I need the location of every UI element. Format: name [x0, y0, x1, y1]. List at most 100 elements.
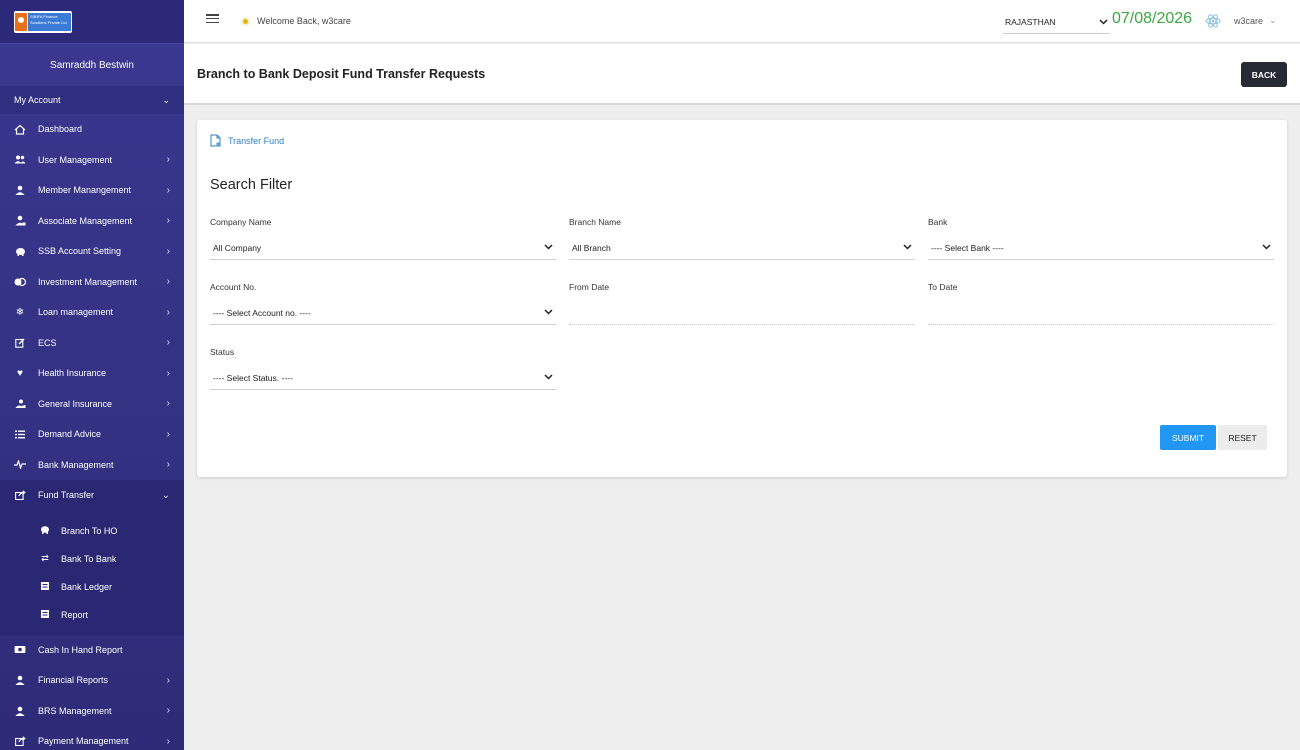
- report-icon: [38, 609, 52, 620]
- menu-toggle-icon[interactable]: [206, 14, 219, 26]
- chevron-down-icon: ⌄: [161, 489, 170, 501]
- sidebar-item-user-management[interactable]: User Management ›: [0, 145, 184, 176]
- my-account-toggle[interactable]: My Account ⌄: [0, 86, 184, 114]
- user-icon: [13, 183, 27, 197]
- chevron-right-icon: ›: [166, 459, 170, 471]
- company-name-select[interactable]: All Company: [210, 236, 556, 260]
- sidebar-item-financial-reports[interactable]: Financial Reports ›: [0, 665, 184, 696]
- from-date-label: From Date: [569, 282, 610, 292]
- bank-select[interactable]: ---- Select Bank ----: [928, 236, 1274, 260]
- chevron-right-icon: ›: [166, 184, 170, 196]
- state-select[interactable]: RAJASTHAN: [1003, 10, 1110, 34]
- branch-name-select[interactable]: All Branch: [569, 236, 915, 260]
- chevron-right-icon: ›: [166, 337, 170, 349]
- sidebar-item-label: ECS: [38, 337, 57, 348]
- snowflake-icon: ❄: [15, 306, 25, 318]
- sidebar-item-fund-transfer[interactable]: Fund Transfer ⌄: [0, 480, 184, 511]
- hand-holding-icon: [13, 397, 27, 411]
- status-select[interactable]: ---- Select Status. ----: [210, 366, 556, 390]
- sidebar-item-label: SSB Account Setting: [38, 246, 122, 257]
- sidebar-item-brs-management[interactable]: BRS Management ›: [0, 696, 184, 727]
- chevron-right-icon: ›: [166, 154, 170, 166]
- page-title: Branch to Bank Deposit Fund Transfer Req…: [197, 67, 486, 81]
- chevron-right-icon: ›: [166, 705, 170, 717]
- chevron-down-icon: [544, 372, 553, 383]
- chevron-down-icon: [544, 242, 553, 253]
- pulse-icon: [13, 458, 27, 472]
- submenu-item-bank-to-bank[interactable]: ⇄ Bank To Bank: [0, 545, 184, 573]
- sidebar-item-label: BRS Management: [38, 705, 112, 716]
- sidebar-item-health-insurance[interactable]: ♥ Health Insurance ›: [0, 358, 184, 389]
- sidebar-item-member-management[interactable]: Member Manangement ›: [0, 175, 184, 206]
- back-button[interactable]: BACK: [1241, 62, 1287, 87]
- users-icon: [13, 153, 27, 167]
- sidebar-item-associate-management[interactable]: Associate Management ›: [0, 206, 184, 237]
- submenu-item-label: Bank To Bank: [61, 553, 117, 564]
- chevron-down-icon: [903, 242, 912, 253]
- sidebar-item-label: User Management: [38, 154, 113, 165]
- submenu-item-report[interactable]: Report: [0, 601, 184, 629]
- coins-icon: [13, 275, 27, 289]
- chevron-right-icon: ›: [166, 245, 170, 257]
- chevron-down-icon[interactable]: ⌄: [1269, 15, 1277, 26]
- to-date-input[interactable]: [928, 301, 1274, 325]
- submenu-item-label: Report: [61, 609, 89, 620]
- user-menu-name[interactable]: w3care: [1234, 16, 1263, 26]
- sidebar-item-cash-in-hand-report[interactable]: Cash In Hand Report: [0, 635, 184, 666]
- list-icon: [13, 427, 27, 441]
- sidebar: SIBIFA Finance Solutions Private Ltd Sam…: [0, 0, 184, 750]
- page-header: Branch to Bank Deposit Fund Transfer Req…: [184, 44, 1300, 105]
- submenu-item-branch-to-ho[interactable]: Branch To HO: [0, 517, 184, 545]
- exchange-icon: ⇄: [41, 553, 49, 563]
- piggy-bank-icon: [38, 525, 52, 536]
- sidebar-item-ssb-account-setting[interactable]: SSB Account Setting ›: [0, 236, 184, 267]
- chevron-right-icon: ›: [166, 215, 170, 227]
- company-logo[interactable]: SIBIFA Finance Solutions Private Ltd: [14, 10, 72, 33]
- share-icon: [13, 488, 27, 502]
- sidebar-item-demand-advice[interactable]: Demand Advice ›: [0, 419, 184, 450]
- account-no-label: Account No.: [210, 282, 257, 292]
- chevron-right-icon: ›: [166, 398, 170, 410]
- submenu-item-label: Branch To HO: [61, 525, 118, 536]
- chevron-right-icon: ›: [166, 306, 170, 318]
- submenu-item-bank-ledger[interactable]: Bank Ledger: [0, 573, 184, 601]
- sidebar-item-label: Fund Transfer: [38, 490, 95, 501]
- sidebar-item-investment-management[interactable]: Investment Management ›: [0, 267, 184, 298]
- sidebar-item-bank-management[interactable]: Bank Management ›: [0, 450, 184, 481]
- logo-mark: [15, 12, 27, 31]
- account-no-select[interactable]: ---- Select Account no. ----: [210, 301, 556, 325]
- heart-icon: ♥: [17, 367, 23, 379]
- sidebar-item-label: Health Insurance: [38, 368, 107, 379]
- search-filter-card: Transfer Fund Search Filter Company Name…: [197, 120, 1287, 477]
- search-filter-title: Search Filter: [210, 177, 293, 193]
- company-name-value: All Company: [213, 242, 262, 253]
- react-atom-icon[interactable]: [1205, 13, 1221, 29]
- sidebar-item-label: Payment Management: [38, 736, 129, 747]
- file-add-icon: [210, 134, 222, 147]
- transfer-fund-label: Transfer Fund: [228, 135, 285, 146]
- status-value: ---- Select Status. ----: [213, 372, 293, 383]
- account-no-value: ---- Select Account no. ----: [213, 307, 311, 318]
- chevron-right-icon: ›: [166, 674, 170, 686]
- user-tie-icon: [13, 214, 27, 228]
- sidebar-item-ecs[interactable]: ECS ›: [0, 328, 184, 359]
- branch-name-label: Branch Name: [569, 217, 621, 227]
- sidebar-item-label: Associate Management: [38, 215, 133, 226]
- sidebar-item-dashboard[interactable]: Dashboard: [0, 114, 184, 145]
- transfer-fund-link[interactable]: Transfer Fund: [210, 134, 284, 147]
- sidebar-item-payment-management[interactable]: Payment Management ›: [0, 726, 184, 750]
- status-dot-icon: [243, 19, 248, 24]
- bank-value: ---- Select Bank ----: [931, 242, 1004, 253]
- sidebar-item-loan-management[interactable]: ❄ Loan management ›: [0, 297, 184, 328]
- submit-button[interactable]: SUBMIT: [1160, 425, 1216, 450]
- welcome-text: Welcome Back, w3care: [257, 16, 351, 26]
- sidebar-item-label: General Insurance: [38, 398, 113, 409]
- chevron-down-icon: ⌄: [162, 94, 170, 105]
- reset-button[interactable]: RESET: [1218, 425, 1267, 450]
- from-date-input[interactable]: [569, 301, 915, 325]
- sidebar-item-label: Cash In Hand Report: [38, 644, 123, 655]
- home-icon: [13, 122, 27, 136]
- chevron-down-icon: [544, 307, 553, 318]
- chevron-right-icon: ›: [166, 428, 170, 440]
- sidebar-item-general-insurance[interactable]: General Insurance ›: [0, 389, 184, 420]
